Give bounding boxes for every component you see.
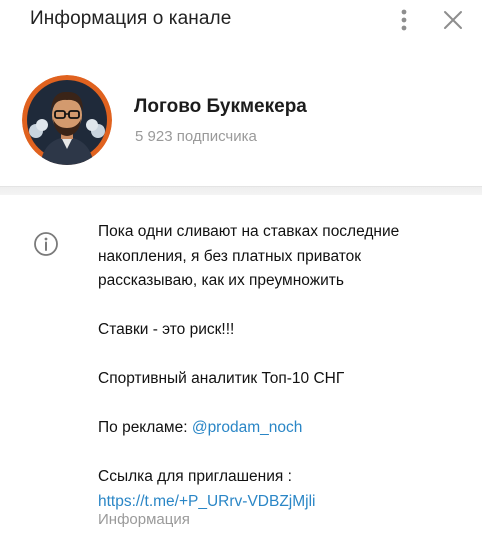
ads-handle-link[interactable]: @prodam_noch xyxy=(192,419,303,436)
channel-profile: Логово Букмекера 5 923 подписчика xyxy=(0,62,482,186)
description-intro: Пока одни сливают на ставках последние н… xyxy=(98,223,400,289)
dialog-title: Информация о канале xyxy=(30,8,232,29)
description-ads: По рекламе: @prodam_noch xyxy=(98,416,438,441)
channel-name: Логово Букмекера xyxy=(134,96,307,117)
description-analyst: Спортивный аналитик Топ-10 СНГ xyxy=(98,370,345,387)
subscriber-count: 5 923 подписчика xyxy=(135,128,257,145)
dialog-header: Информация о канале xyxy=(0,0,482,44)
more-vertical-icon[interactable] xyxy=(394,8,414,32)
ads-label: По рекламе: xyxy=(98,419,192,436)
description-invite: Ссылка для приглашения : https://t.me/+P_… xyxy=(98,465,438,514)
info-icon xyxy=(33,231,59,257)
description-warning: Ставки - это риск!!! xyxy=(98,321,235,338)
invite-link[interactable]: https://t.me/+P_URrv-VDBZjMjli xyxy=(98,493,315,510)
info-caption: Информация xyxy=(98,511,190,528)
invite-label: Ссылка для приглашения : xyxy=(98,468,292,485)
section-divider xyxy=(0,186,482,195)
channel-description: Пока одни сливают на ставках последние н… xyxy=(98,220,438,514)
close-icon[interactable] xyxy=(442,9,464,31)
channel-avatar[interactable] xyxy=(22,75,112,165)
